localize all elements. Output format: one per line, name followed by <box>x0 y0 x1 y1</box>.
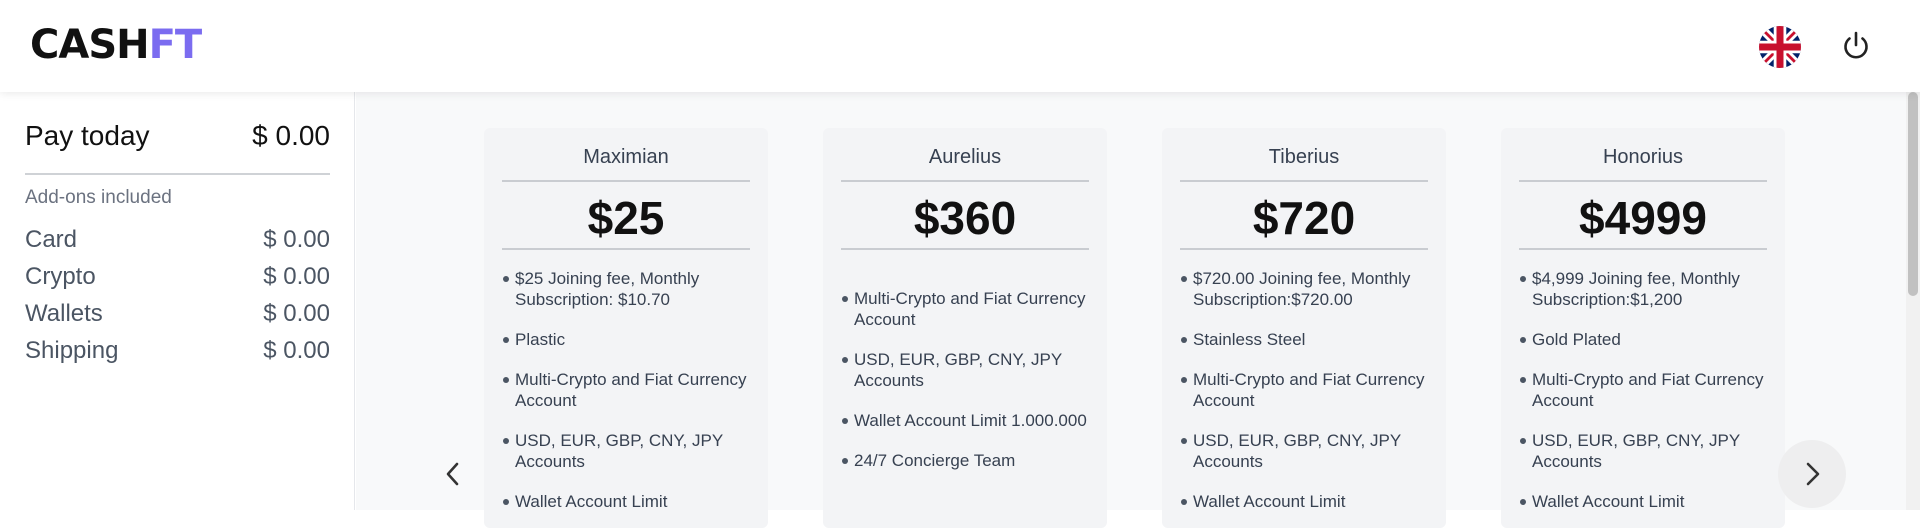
plan-feature: Multi-Crypto and Fiat Currency Account <box>502 369 750 411</box>
plan-name: Maximian <box>502 146 750 182</box>
plan-feature: USD, EUR, GBP, CNY, JPY Accounts <box>1519 430 1767 472</box>
addon-value: $ 0.00 <box>263 300 330 327</box>
pay-today-value: $ 0.00 <box>252 120 330 151</box>
addon-value: $ 0.00 <box>263 337 330 364</box>
addon-value: $ 0.00 <box>263 263 330 290</box>
addon-label: Shipping <box>25 337 119 364</box>
addon-label: Wallets <box>25 300 103 327</box>
plan-price: $720 <box>1180 186 1428 250</box>
plan-feature: Wallet Account Limit <box>1180 491 1428 512</box>
plan-name: Tiberius <box>1180 146 1428 182</box>
plan-card-maximian[interactable]: Maximian $25 $25 Joining fee, Monthly Su… <box>484 128 768 528</box>
power-icon[interactable] <box>1838 28 1874 64</box>
addon-row-shipping: Shipping $ 0.00 <box>25 337 330 374</box>
plan-feature: USD, EUR, GBP, CNY, JPY Accounts <box>1180 430 1428 472</box>
plan-feature-list: $4,999 Joining fee, Monthly Subscription… <box>1519 268 1767 531</box>
plan-feature: $4,999 Joining fee, Monthly Subscription… <box>1519 268 1767 310</box>
pay-today-row: Pay today $ 0.00 <box>25 120 330 152</box>
addon-value: $ 0.00 <box>263 226 330 253</box>
addon-label: Crypto <box>25 263 96 290</box>
plan-feature: Wallet Account Limit <box>502 491 750 512</box>
addon-row-wallets: Wallets $ 0.00 <box>25 300 330 337</box>
plan-feature-list: Multi-Crypto and Fiat Currency Account U… <box>841 288 1089 490</box>
plan-feature: Wallet Account Limit 1.000.000 <box>841 410 1089 431</box>
scrollbar-thumb[interactable] <box>1908 92 1918 296</box>
plan-price: $360 <box>841 186 1089 250</box>
plan-name: Honorius <box>1519 146 1767 182</box>
plan-card-aurelius[interactable]: Aurelius $360 Multi-Crypto and Fiat Curr… <box>823 128 1107 528</box>
chevron-left-icon[interactable] <box>438 456 468 492</box>
plan-price: $25 <box>502 186 750 250</box>
plan-feature: 24/7 Concierge Team <box>841 450 1089 471</box>
addons-title: Add-ons included <box>25 187 172 208</box>
logo-text-cash: CASH <box>30 22 150 68</box>
plan-feature: Stainless Steel <box>1180 329 1428 350</box>
plan-feature: Multi-Crypto and Fiat Currency Account <box>1180 369 1428 411</box>
pay-today-label: Pay today <box>25 120 150 151</box>
addon-row-card: Card $ 0.00 <box>25 226 330 263</box>
logo-text-ft: FT <box>148 22 203 68</box>
plan-feature: Plastic <box>502 329 750 350</box>
addon-row-crypto: Crypto $ 0.00 <box>25 263 330 300</box>
plan-feature-list: $720.00 Joining fee, Monthly Subscriptio… <box>1180 268 1428 531</box>
plan-card-tiberius[interactable]: Tiberius $720 $720.00 Joining fee, Month… <box>1162 128 1446 528</box>
plan-feature: Wallet Account Limit <box>1519 491 1767 512</box>
addon-list: Card $ 0.00 Crypto $ 0.00 Wallets $ 0.00… <box>25 226 330 374</box>
plan-card-honorius[interactable]: Honorius $4999 $4,999 Joining fee, Month… <box>1501 128 1785 528</box>
plans-carousel: Maximian $25 $25 Joining fee, Monthly Su… <box>356 92 1920 528</box>
plan-price: $4999 <box>1519 186 1767 250</box>
plan-feature: $25 Joining fee, Monthly Subscription: $… <box>502 268 750 310</box>
plan-name: Aurelius <box>841 146 1089 182</box>
plan-feature: Multi-Crypto and Fiat Currency Account <box>841 288 1089 330</box>
addon-label: Card <box>25 226 78 253</box>
plan-feature: Gold Plated <box>1519 329 1767 350</box>
chevron-right-icon[interactable] <box>1778 440 1846 508</box>
plan-feature-list: $25 Joining fee, Monthly Subscription: $… <box>502 268 750 531</box>
summary-divider <box>25 173 330 175</box>
plan-feature: USD, EUR, GBP, CNY, JPY Accounts <box>502 430 750 472</box>
cashft-logo[interactable]: CASHFT <box>30 22 203 68</box>
plan-feature: USD, EUR, GBP, CNY, JPY Accounts <box>841 349 1089 391</box>
top-header: CASHFT <box>0 0 1920 92</box>
uk-flag-icon[interactable] <box>1759 26 1801 68</box>
plan-feature: $720.00 Joining fee, Monthly Subscriptio… <box>1180 268 1428 310</box>
plan-feature: Multi-Crypto and Fiat Currency Account <box>1519 369 1767 411</box>
